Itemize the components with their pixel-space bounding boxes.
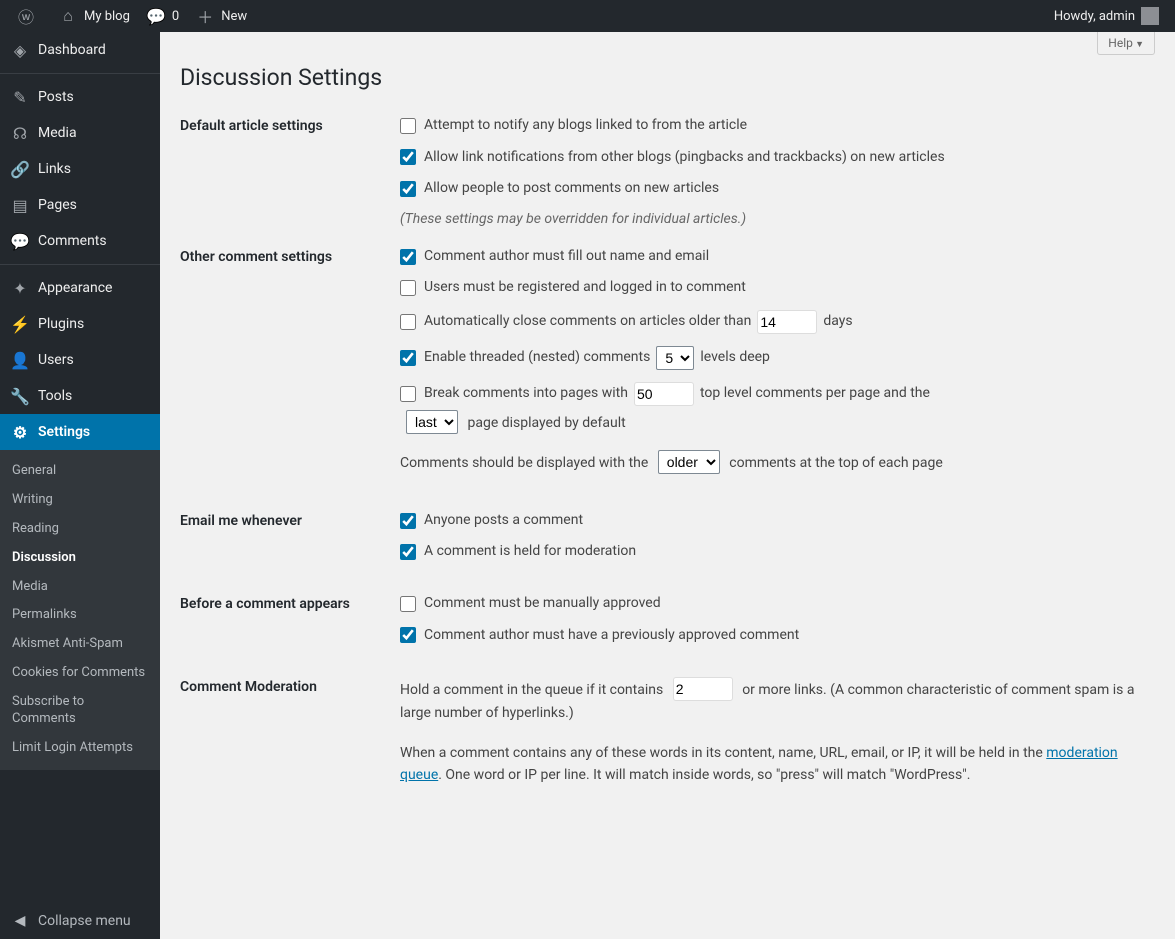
plugin-icon: ⚡ [10, 314, 30, 334]
label-break-post: page displayed by default [467, 415, 625, 431]
sub-subscribe[interactable]: Subscribe to Comments [0, 688, 160, 734]
site-name-label: My blog [84, 9, 130, 24]
label-break-pre: Break comments into pages with [424, 384, 628, 404]
label-require-name: Comment author must fill out name and em… [424, 247, 709, 267]
section-moderation-heading: Comment Moderation [180, 677, 400, 695]
checkbox-auto-close[interactable] [400, 314, 416, 330]
input-hold-count[interactable] [673, 677, 733, 701]
checkbox-prev-approved[interactable] [400, 627, 416, 643]
label-auto-close-pre: Automatically close comments on articles… [424, 312, 751, 332]
menu-tools[interactable]: 🔧Tools [0, 378, 160, 414]
dashboard-icon: ◈ [10, 40, 30, 60]
checkbox-require-name[interactable] [400, 249, 416, 265]
label-email-held: A comment is held for moderation [424, 542, 636, 562]
label-pingback: Allow link notifications from other blog… [424, 148, 945, 168]
user-icon: 👤 [10, 350, 30, 370]
menu-pages[interactable]: ▤Pages [0, 187, 160, 223]
label-words-pre: When a comment contains any of these wor… [400, 745, 1046, 761]
section-other-heading: Other comment settings [180, 247, 400, 265]
sub-permalinks[interactable]: Permalinks [0, 601, 160, 630]
label-threaded-pre: Enable threaded (nested) comments [424, 348, 650, 368]
sub-reading[interactable]: Reading [0, 515, 160, 544]
select-break-page[interactable]: last [406, 410, 458, 434]
page-title: Discussion Settings [180, 64, 1155, 91]
site-name-link[interactable]: ⌂ My blog [50, 0, 138, 32]
checkbox-notify[interactable] [400, 118, 416, 134]
link-icon: 🔗 [10, 159, 30, 179]
sub-media[interactable]: Media [0, 573, 160, 602]
checkbox-manual-approve[interactable] [400, 596, 416, 612]
select-order[interactable]: older [658, 450, 720, 474]
wp-logo[interactable]: ⓦ [8, 0, 50, 32]
collapse-menu[interactable]: ◀Collapse menu [0, 903, 160, 939]
label-order-pre: Comments should be displayed with the [400, 455, 648, 471]
checkbox-break-pages[interactable] [400, 386, 416, 402]
label-require-reg: Users must be registered and logged in t… [424, 278, 746, 298]
comments-count: 0 [172, 9, 179, 24]
label-threaded-post: levels deep [700, 348, 770, 368]
settings-submenu: General Writing Reading Discussion Media… [0, 450, 160, 770]
admin-bar: ⓦ ⌂My blog 💬0 ＋New Howdy, admin [0, 0, 1175, 32]
account-link[interactable]: Howdy, admin [1046, 0, 1167, 32]
menu-dashboard[interactable]: ◈Dashboard [0, 32, 160, 68]
menu-appearance[interactable]: ✦Appearance [0, 264, 160, 306]
menu-posts[interactable]: ✎Posts [0, 73, 160, 115]
input-auto-close-days[interactable] [757, 310, 817, 334]
settings-icon: ⚙ [10, 422, 30, 442]
admin-sidebar: ◈Dashboard ✎Posts ☊Media 🔗Links ▤Pages 💬… [0, 32, 160, 939]
label-break-mid: top level comments per page and the [700, 384, 930, 404]
checkbox-email-held[interactable] [400, 544, 416, 560]
input-break-count[interactable] [634, 382, 694, 406]
pin-icon: ✎ [10, 87, 30, 107]
checkbox-pingback[interactable] [400, 149, 416, 165]
select-threaded-levels[interactable]: 5 [656, 346, 694, 370]
label-prev-approved: Comment author must have a previously ap… [424, 626, 799, 646]
section-email-heading: Email me whenever [180, 511, 400, 529]
label-notify: Attempt to notify any blogs linked to fr… [424, 116, 747, 136]
wordpress-icon: ⓦ [16, 6, 36, 26]
sub-limitlogin[interactable]: Limit Login Attempts [0, 734, 160, 763]
checkbox-email-anyone[interactable] [400, 513, 416, 529]
menu-plugins[interactable]: ⚡Plugins [0, 306, 160, 342]
wrench-icon: 🔧 [10, 386, 30, 406]
help-tab[interactable]: Help [1097, 32, 1155, 55]
sub-writing[interactable]: Writing [0, 486, 160, 515]
avatar [1141, 7, 1159, 25]
comment-icon: 💬 [10, 231, 30, 251]
sub-general[interactable]: General [0, 457, 160, 486]
default-note: (These settings may be overridden for in… [400, 211, 1155, 227]
menu-comments[interactable]: 💬Comments [0, 223, 160, 259]
new-content-link[interactable]: ＋ New [187, 0, 255, 32]
section-default-heading: Default article settings [180, 116, 400, 134]
home-icon: ⌂ [58, 6, 78, 26]
media-icon: ☊ [10, 123, 30, 143]
sub-akismet[interactable]: Akismet Anti-Spam [0, 630, 160, 659]
label-hold-pre: Hold a comment in the queue if it contai… [400, 682, 663, 698]
label-email-anyone: Anyone posts a comment [424, 511, 583, 531]
menu-users[interactable]: 👤Users [0, 342, 160, 378]
new-label: New [221, 9, 247, 24]
menu-settings[interactable]: ⚙Settings [0, 414, 160, 450]
label-auto-close-post: days [823, 312, 852, 332]
section-before-heading: Before a comment appears [180, 594, 400, 612]
menu-media[interactable]: ☊Media [0, 115, 160, 151]
brush-icon: ✦ [10, 278, 30, 298]
sub-discussion[interactable]: Discussion [0, 544, 160, 573]
checkbox-threaded[interactable] [400, 350, 416, 366]
collapse-icon: ◀ [10, 911, 30, 931]
label-allow-comments: Allow people to post comments on new art… [424, 179, 719, 199]
sub-cookies[interactable]: Cookies for Comments [0, 659, 160, 688]
comments-link[interactable]: 💬0 [138, 0, 187, 32]
checkbox-allow-comments[interactable] [400, 181, 416, 197]
checkbox-require-reg[interactable] [400, 280, 416, 296]
label-words-post: . One word or IP per line. It will match… [438, 767, 970, 783]
howdy-label: Howdy, admin [1054, 9, 1135, 24]
label-order-post: comments at the top of each page [729, 455, 943, 471]
menu-links[interactable]: 🔗Links [0, 151, 160, 187]
content-area: Help Discussion Settings Default article… [160, 32, 1175, 939]
plus-icon: ＋ [195, 6, 215, 26]
label-manual-approve: Comment must be manually approved [424, 594, 661, 614]
comment-icon: 💬 [146, 6, 166, 26]
page-icon: ▤ [10, 195, 30, 215]
